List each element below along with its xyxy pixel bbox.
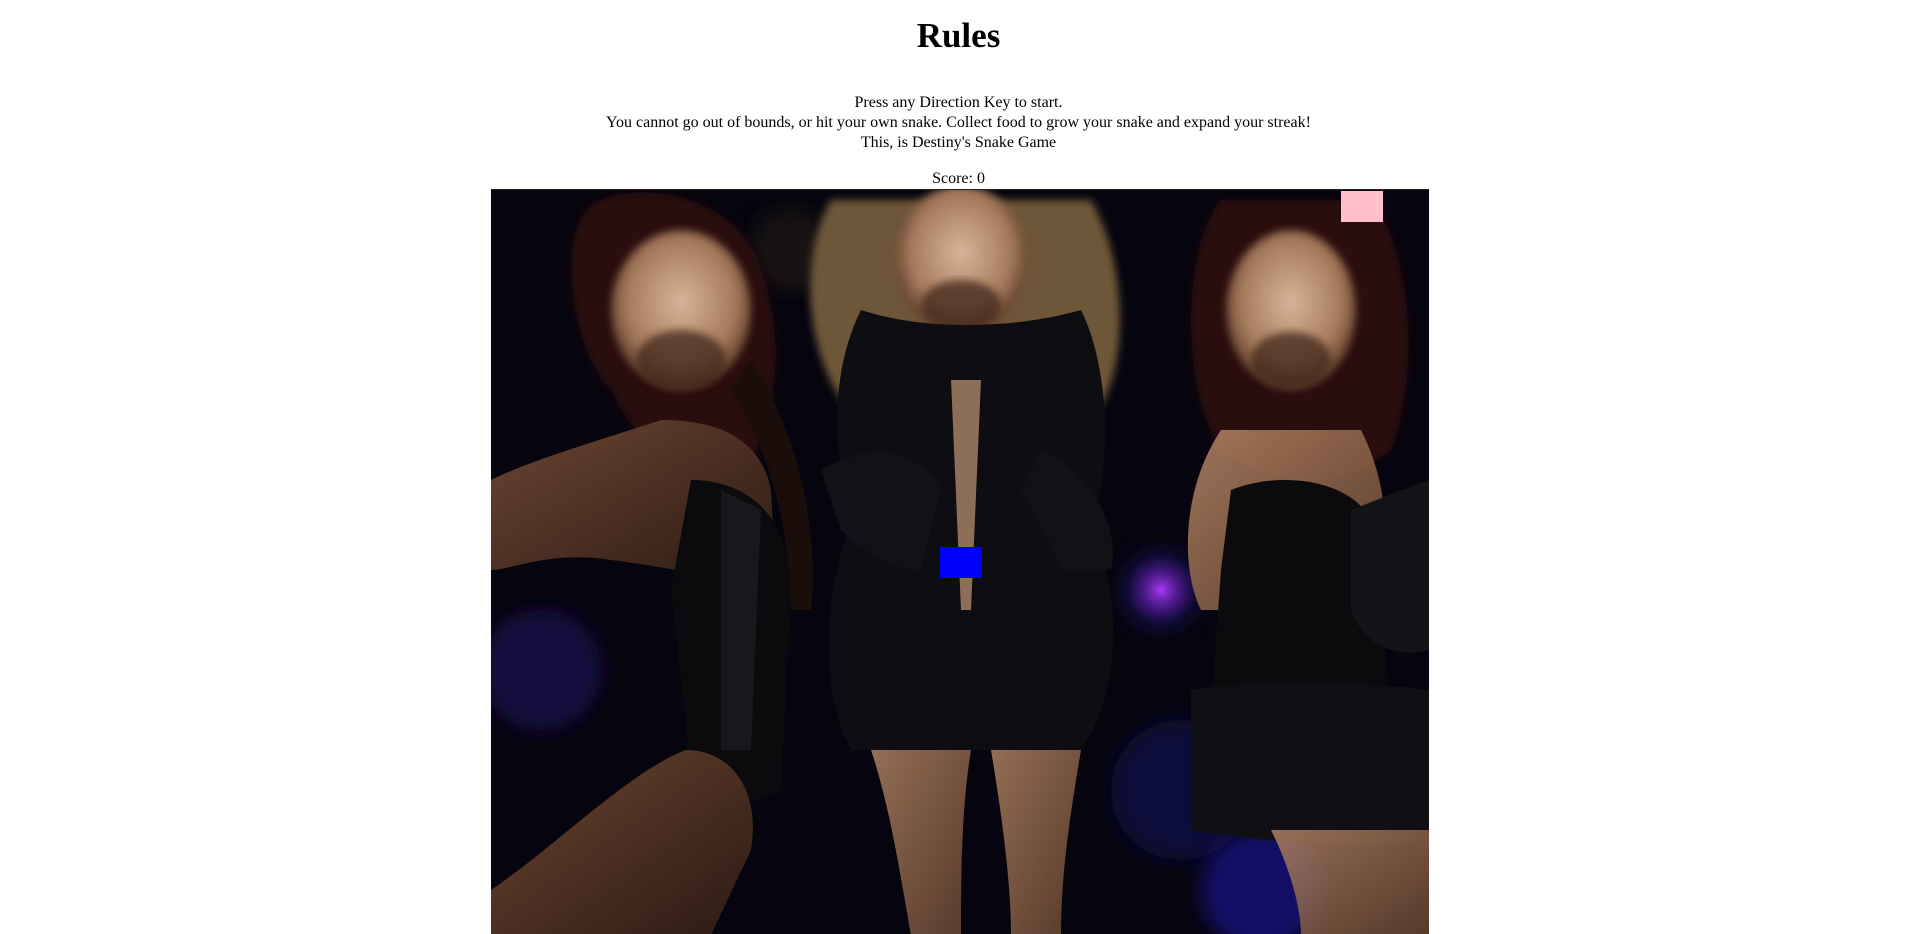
food-item: [1341, 191, 1383, 222]
page-title: Rules: [916, 16, 1001, 55]
rules-line-tagline: This, is Destiny's Snake Game: [860, 134, 1057, 151]
score-display: Score: 0: [932, 170, 985, 187]
rules-line-instructions: You cannot go out of bounds, or hit your…: [606, 114, 1311, 131]
page: Rules Press any Direction Key to start. …: [0, 0, 1917, 934]
game-board[interactable]: [491, 189, 1429, 934]
rules-text: Press any Direction Key to start. You ca…: [0, 93, 1917, 153]
snake-head: [940, 547, 982, 578]
rules-line-start: Press any Direction Key to start.: [854, 94, 1063, 111]
